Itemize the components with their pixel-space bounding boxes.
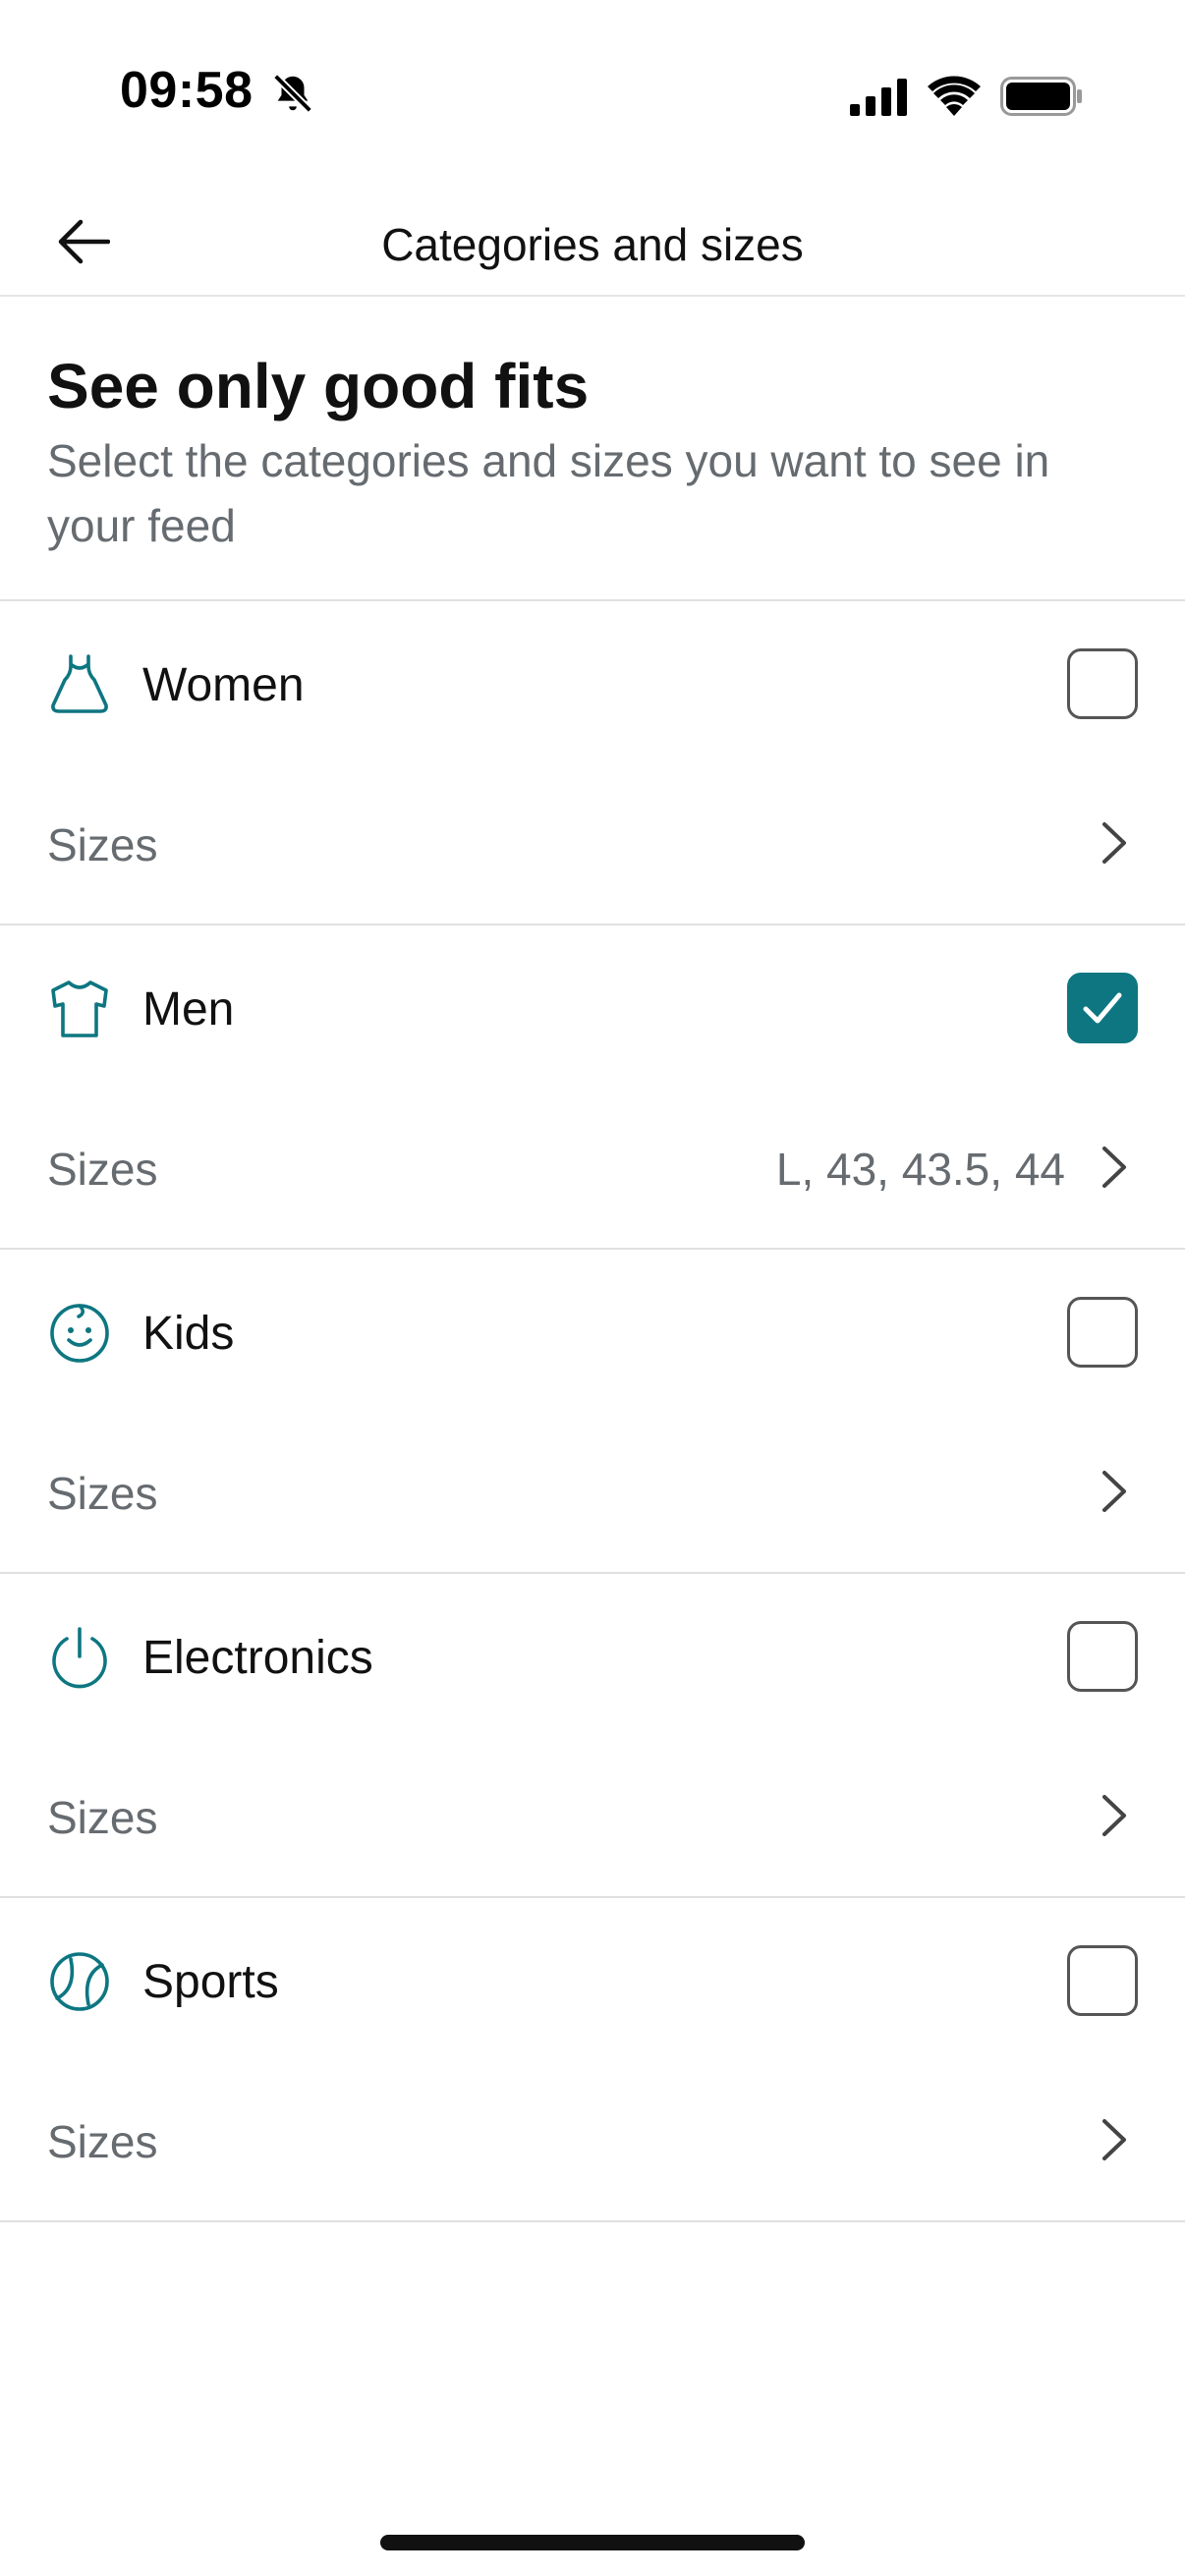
category-checkbox[interactable] [1067,1945,1138,2016]
dress-icon [51,654,108,713]
baby-face-icon [50,1304,109,1363]
category-row[interactable]: Kids [0,1250,1185,1412]
sizes-row[interactable]: Sizes [0,1736,1185,1898]
cellular-signal-icon [850,79,907,116]
sizes-row[interactable]: Sizes L, 43, 43.5, 44 [0,1088,1185,1250]
chevron-right-icon [1102,1795,1126,1836]
sizes-value: L, 43, 43.5, 44 [775,1144,1065,1195]
battery-icon [1000,77,1082,116]
category-label: Women [142,659,305,711]
chevron-right-icon [1102,1471,1126,1512]
category-row[interactable]: Electronics [0,1574,1185,1736]
sizes-row[interactable]: Sizes [0,2060,1185,2222]
category-label: Electronics [142,1632,373,1684]
screen: 09:58 Categories and sizes See only good… [0,0,1185,2576]
category-checkbox[interactable] [1067,1621,1138,1692]
wifi-icon [928,76,981,116]
category-row[interactable]: Women [0,601,1185,763]
intro-title: See only good fits [47,351,590,421]
category-women: Women Sizes [0,601,1185,925]
category-kids: Kids Sizes [0,1250,1185,1574]
sizes-row[interactable]: Sizes [0,1412,1185,1574]
tshirt-icon [51,980,108,1037]
sizes-row[interactable]: Sizes [0,763,1185,925]
home-indicator[interactable] [380,2535,805,2550]
category-label: Men [142,983,235,1036]
category-label: Kids [142,1308,235,1360]
category-electronics: Electronics Sizes [0,1574,1185,1898]
category-row[interactable]: Sports [0,1898,1185,2060]
status-bar: 09:58 [0,0,1185,187]
category-row[interactable]: Men [0,925,1185,1088]
tennis-ball-icon [50,1952,109,2011]
top-app-bar: Categories and sizes [0,187,1185,297]
intro-section: See only good fits Select the categories… [0,299,1185,601]
power-icon [52,1627,107,1689]
category-checkbox[interactable] [1067,648,1138,719]
status-time: 09:58 [120,62,254,119]
checkmark-icon [1083,992,1122,1024]
category-checkbox[interactable] [1067,973,1138,1043]
category-sports: Sports Sizes [0,1898,1185,2222]
chevron-right-icon [1102,822,1126,864]
sizes-label: Sizes [47,1468,158,1519]
sizes-label: Sizes [47,1144,158,1195]
sizes-label: Sizes [47,1792,158,1843]
category-label: Sports [142,1956,279,2008]
intro-subtitle: Select the categories and sizes you want… [47,435,1050,551]
chevron-right-icon [1102,1147,1126,1188]
page-title: Categories and sizes [381,219,804,270]
sizes-label: Sizes [47,2116,158,2167]
sizes-label: Sizes [47,819,158,870]
chevron-right-icon [1102,2119,1126,2160]
category-men: Men Sizes L, 43, 43.5, 44 [0,925,1185,1250]
category-checkbox[interactable] [1067,1297,1138,1368]
bell-slash-icon [273,74,312,113]
